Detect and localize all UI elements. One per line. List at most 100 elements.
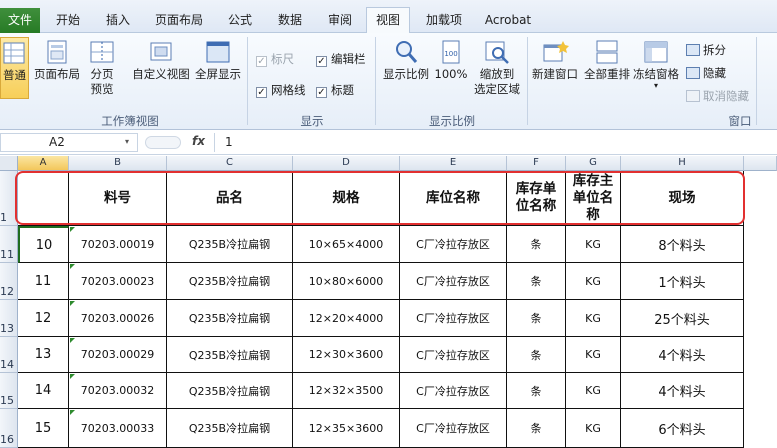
- tab-file[interactable]: 文件: [0, 8, 40, 33]
- table-cell-main-unit[interactable]: KG: [566, 263, 621, 300]
- row-header[interactable]: 13: [0, 300, 18, 337]
- table-cell-part-number[interactable]: 70203.00029: [69, 337, 167, 373]
- column-header-c[interactable]: C: [167, 156, 293, 171]
- name-box[interactable]: A2: [0, 133, 138, 152]
- column-header-e[interactable]: E: [400, 156, 507, 171]
- table-cell-location[interactable]: C厂冷拉存放区: [400, 337, 507, 373]
- table-cell-main-unit[interactable]: KG: [566, 300, 621, 337]
- row-header[interactable]: 11: [0, 226, 18, 263]
- table-cell-spec[interactable]: 10×65×4000: [293, 226, 400, 263]
- table-cell-stock-unit[interactable]: 条: [507, 373, 566, 409]
- full-screen-button[interactable]: 全屏显示: [193, 39, 243, 82]
- table-cell-stock-unit[interactable]: 条: [507, 300, 566, 337]
- table-cell-on-site[interactable]: 4个料头: [621, 337, 744, 373]
- table-cell-location[interactable]: C厂冷拉存放区: [400, 409, 507, 448]
- page-break-preview-button[interactable]: 分页 预览: [84, 39, 120, 97]
- split-button[interactable]: 拆分: [686, 43, 726, 58]
- table-cell-part-number[interactable]: 70203.00023: [69, 263, 167, 300]
- table-cell-index[interactable]: 11: [18, 263, 69, 300]
- unhide-button[interactable]: 取消隐藏: [686, 89, 749, 104]
- table-cell-spec[interactable]: 10×80×6000: [293, 263, 400, 300]
- header-spec[interactable]: 规格: [293, 171, 400, 226]
- table-cell-main-unit[interactable]: KG: [566, 373, 621, 409]
- row-header[interactable]: 16: [0, 409, 18, 448]
- column-header-a[interactable]: A: [18, 156, 69, 171]
- zoom-to-selection-button[interactable]: 缩放到 选定区域: [470, 39, 524, 97]
- header-part-number[interactable]: 料号: [69, 171, 167, 226]
- table-cell-spec[interactable]: 12×30×3600: [293, 337, 400, 373]
- row-header[interactable]: 1: [0, 171, 18, 226]
- header-stock-unit[interactable]: 库存单 位名称: [507, 171, 566, 226]
- table-cell-product-name[interactable]: Q235B冷拉扁钢: [167, 409, 293, 448]
- table-cell-index[interactable]: 10: [18, 226, 69, 263]
- table-cell-part-number[interactable]: 70203.00026: [69, 300, 167, 337]
- text-number-warning-icon[interactable]: [70, 374, 75, 379]
- table-cell-product-name[interactable]: Q235B冷拉扁钢: [167, 226, 293, 263]
- freeze-panes-button[interactable]: 冻结窗格 ▾: [632, 39, 680, 90]
- header-product-name[interactable]: 品名: [167, 171, 293, 226]
- text-number-warning-icon[interactable]: [70, 410, 75, 415]
- table-cell-part-number[interactable]: 70203.00033: [69, 409, 167, 448]
- select-all-corner[interactable]: [0, 156, 18, 171]
- row-header[interactable]: 12: [0, 263, 18, 300]
- text-number-warning-icon[interactable]: [70, 227, 75, 232]
- table-cell-product-name[interactable]: Q235B冷拉扁钢: [167, 263, 293, 300]
- column-header-f[interactable]: F: [507, 156, 566, 171]
- table-cell-spec[interactable]: 12×35×3600: [293, 409, 400, 448]
- tab-home[interactable]: 开始: [48, 9, 88, 31]
- table-cell-part-number[interactable]: 70203.00019: [69, 226, 167, 263]
- column-header-next[interactable]: [744, 156, 777, 171]
- table-cell-product-name[interactable]: Q235B冷拉扁钢: [167, 300, 293, 337]
- table-cell-spec[interactable]: 12×20×4000: [293, 300, 400, 337]
- page-layout-view-button[interactable]: 页面布局: [32, 39, 82, 82]
- tab-review[interactable]: 审阅: [320, 9, 360, 31]
- header-location[interactable]: 库位名称: [400, 171, 507, 226]
- table-cell-main-unit[interactable]: KG: [566, 226, 621, 263]
- text-number-warning-icon[interactable]: [70, 264, 75, 269]
- table-cell-stock-unit[interactable]: 条: [507, 337, 566, 373]
- table-cell-on-site[interactable]: 6个料头: [621, 409, 744, 448]
- formula-input[interactable]: 1: [225, 135, 233, 149]
- table-cell-location[interactable]: C厂冷拉存放区: [400, 263, 507, 300]
- arrange-all-button[interactable]: 全部重排: [582, 39, 632, 82]
- hide-button[interactable]: 隐藏: [686, 66, 726, 81]
- tab-page-layout[interactable]: 页面布局: [148, 9, 210, 31]
- text-number-warning-icon[interactable]: [70, 338, 75, 343]
- tab-data[interactable]: 数据: [270, 9, 310, 31]
- table-cell-stock-unit[interactable]: 条: [507, 226, 566, 263]
- formula-bar-collapse-handle[interactable]: [145, 136, 181, 149]
- tab-acrobat[interactable]: Acrobat: [478, 9, 538, 31]
- column-header-h[interactable]: H: [621, 156, 744, 171]
- table-cell-main-unit[interactable]: KG: [566, 409, 621, 448]
- table-cell-index[interactable]: 14: [18, 373, 69, 409]
- tab-addins[interactable]: 加载项: [418, 9, 470, 31]
- table-cell-index[interactable]: 15: [18, 409, 69, 448]
- table-cell-stock-unit[interactable]: 条: [507, 263, 566, 300]
- tab-formulas[interactable]: 公式: [220, 9, 260, 31]
- table-cell-product-name[interactable]: Q235B冷拉扁钢: [167, 337, 293, 373]
- text-number-warning-icon[interactable]: [70, 301, 75, 306]
- table-cell-on-site[interactable]: 4个料头: [621, 373, 744, 409]
- zoom-100-button[interactable]: 100 100%: [433, 39, 469, 82]
- normal-view-button[interactable]: 普通: [0, 37, 29, 99]
- table-cell-product-name[interactable]: Q235B冷拉扁钢: [167, 373, 293, 409]
- tab-view[interactable]: 视图: [366, 7, 410, 34]
- table-cell-on-site[interactable]: 1个料头: [621, 263, 744, 300]
- tab-insert[interactable]: 插入: [98, 9, 138, 31]
- table-cell-location[interactable]: C厂冷拉存放区: [400, 226, 507, 263]
- column-header-g[interactable]: G: [566, 156, 621, 171]
- table-cell-location[interactable]: C厂冷拉存放区: [400, 373, 507, 409]
- row-header[interactable]: 15: [0, 373, 18, 409]
- ruler-checkbox[interactable]: ✓ 标尺: [256, 52, 294, 67]
- gridlines-checkbox[interactable]: ✓ 网格线: [256, 83, 306, 98]
- custom-views-button[interactable]: 自定义视图: [130, 39, 192, 82]
- zoom-button[interactable]: 显示比例: [380, 39, 432, 82]
- table-cell-part-number[interactable]: 70203.00032: [69, 373, 167, 409]
- table-cell-location[interactable]: C厂冷拉存放区: [400, 300, 507, 337]
- column-header-b[interactable]: B: [69, 156, 167, 171]
- column-header-d[interactable]: D: [293, 156, 400, 171]
- table-cell-stock-unit[interactable]: 条: [507, 409, 566, 448]
- table-cell-on-site[interactable]: 8个料头: [621, 226, 744, 263]
- table-cell-main-unit[interactable]: KG: [566, 337, 621, 373]
- table-cell-on-site[interactable]: 25个料头: [621, 300, 744, 337]
